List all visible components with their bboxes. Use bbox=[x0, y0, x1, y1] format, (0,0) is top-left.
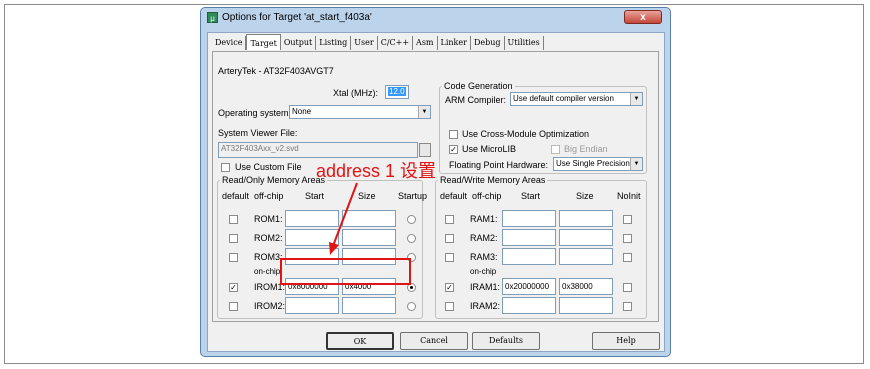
annotation-arrow-icon bbox=[329, 182, 358, 255]
